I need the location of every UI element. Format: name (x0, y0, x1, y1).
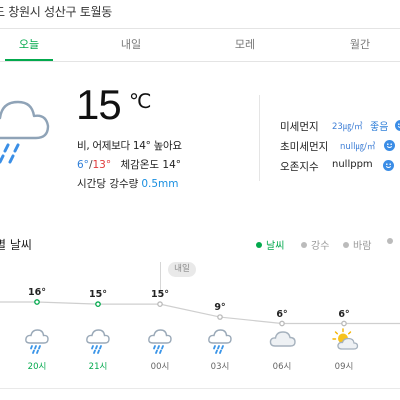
tab-day-after[interactable]: 모레 (214, 29, 276, 60)
legend-precipitation[interactable]: 강수 (301, 237, 329, 252)
min-max-temperature: 6°/13° 체감온도 14° (77, 159, 182, 171)
tab-today[interactable]: 오늘 (0, 29, 58, 60)
divider (0, 388, 400, 389)
rain-icon (207, 328, 233, 358)
temperature-point (157, 301, 163, 307)
rain-icon (24, 328, 50, 358)
temperature-label: 9° (214, 302, 226, 314)
legend-weather[interactable]: 날씨 (256, 237, 284, 252)
rain-icon (147, 328, 173, 358)
air-value: 23㎍/㎥ (332, 122, 363, 132)
hourly-temperature-chart (0, 299, 400, 327)
tab-tomorrow[interactable]: 내일 (101, 29, 161, 60)
legend-more[interactable] (387, 237, 397, 248)
day-tabs: 오늘 내일 모레 월간 (0, 28, 400, 62)
air-label: 초미세먼지 (280, 141, 329, 153)
tomorrow-badge: 내일 (168, 262, 196, 277)
smile-icon (395, 120, 400, 131)
temperature-point (34, 299, 40, 305)
air-label: 오존지수 (280, 161, 319, 173)
temperature-label: 16° (28, 287, 46, 298)
min-temperature: 6° (77, 159, 89, 171)
temperature-point (95, 301, 101, 307)
legend-dot (301, 242, 307, 248)
feels-like: 체감온도 14° (120, 159, 182, 171)
smile-icon (384, 140, 395, 151)
temperature-label: 15° (151, 289, 169, 301)
hour-label: 00시 (150, 362, 170, 372)
hour-label: 06시 (272, 362, 292, 372)
hour-label: 09시 (334, 362, 354, 372)
hour-label: 21시 (88, 362, 108, 372)
rain-icon (85, 328, 111, 358)
legend-wind[interactable]: 바람 (343, 237, 371, 252)
max-temperature: 13° (92, 159, 112, 171)
divider (259, 95, 260, 181)
temperature-label: 15° (89, 289, 107, 301)
air-grade: 좋음 (370, 122, 389, 133)
temperature-unit: ℃ (129, 89, 152, 113)
current-temperature: 15 (76, 81, 122, 128)
rain-value: 0.5mm (141, 178, 179, 190)
location-title[interactable]: 도 창원시 성산구 토월동 (0, 3, 112, 20)
hourly-section-title: 별 날씨 (0, 238, 32, 252)
hour-label: 20시 (27, 362, 47, 372)
cloud-icon (269, 328, 297, 354)
weather-summary: 비, 어제보다 14° 높아요 (77, 140, 182, 152)
legend-dot (387, 238, 393, 244)
smile-icon (383, 160, 394, 171)
rain-cloud-icon (0, 88, 54, 172)
temperature-point (341, 320, 347, 327)
air-row-ultrafine-dust[interactable]: 초미세먼지 null㎍/㎥ (280, 139, 395, 154)
rain-label: 시간당 강수량 (77, 178, 139, 190)
temperature-point (217, 314, 223, 320)
legend-dot (343, 242, 349, 248)
hour-label: 03시 (210, 362, 230, 372)
tab-monthly[interactable]: 월간 (330, 29, 390, 60)
air-label: 미세먼지 (280, 121, 319, 133)
sun-cloud-icon (331, 328, 359, 356)
air-row-ozone[interactable]: 오존지수 nullppm (280, 159, 394, 174)
temperature-label: 6° (338, 308, 350, 320)
air-row-fine-dust[interactable]: 미세먼지 23㎍/㎥ 좋음 (280, 119, 400, 134)
temperature-point (279, 320, 285, 327)
temperature-label: 6° (276, 308, 288, 320)
legend-dot (256, 242, 262, 248)
active-tab-indicator (5, 59, 53, 61)
air-value: nullppm (332, 159, 373, 170)
air-value: null㎍/㎥ (340, 142, 376, 152)
rain-amount: 시간당 강수량 0.5mm (77, 176, 178, 191)
